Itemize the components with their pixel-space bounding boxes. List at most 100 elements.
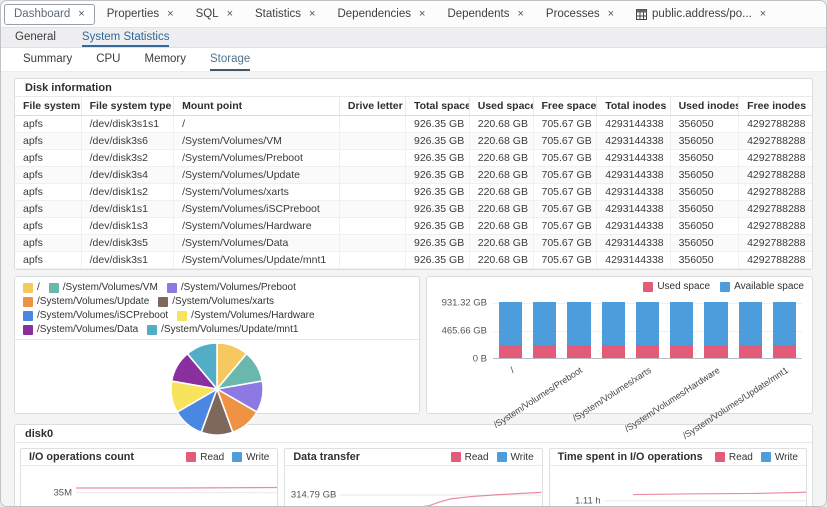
disk-information-title: Disk information <box>15 79 812 97</box>
table-row[interactable]: apfs/dev/disk3s5/System/Volumes/Data926.… <box>15 235 812 252</box>
disk-information-panel: Disk information File systemFile system … <box>14 78 813 270</box>
tab-sql[interactable]: SQL × <box>186 4 243 25</box>
table-cell: 4293144338 <box>597 167 670 184</box>
table-cell: 220.68 GB <box>469 116 533 133</box>
tab-dependents[interactable]: Dependents× <box>437 4 533 25</box>
legend-label: Used space <box>657 281 710 292</box>
table-cell: 4292788288 <box>739 167 812 184</box>
used-space-segment <box>567 345 590 358</box>
legend-label: /System/Volumes/Data <box>37 323 138 336</box>
legend-label: /System/Volumes/xarts <box>172 295 274 308</box>
used-space-segment <box>739 345 762 358</box>
tab-dashboard[interactable]: Dashboard× <box>4 4 95 25</box>
legend-item: Write <box>232 452 269 463</box>
table-cell: 356050 <box>670 150 739 167</box>
column-header: Free space <box>533 97 597 116</box>
table-row[interactable]: apfs/dev/disk1s3/System/Volumes/Hardware… <box>15 218 812 235</box>
close-icon[interactable]: × <box>517 9 523 20</box>
table-cell <box>339 150 405 167</box>
table-row[interactable]: apfs/dev/disk3s6/System/Volumes/VM926.35… <box>15 133 812 150</box>
table-cell: 4293144338 <box>597 116 670 133</box>
tab-cpu[interactable]: CPU <box>96 48 120 71</box>
bar-legend: Used space Available space <box>643 281 804 292</box>
legend-item: Available space <box>720 281 804 292</box>
tab-statistics[interactable]: Statistics× <box>245 4 325 25</box>
tab-system-statistics[interactable]: System Statistics <box>82 28 170 47</box>
used-space-segment <box>602 345 625 358</box>
legend-label: Read <box>200 452 224 463</box>
table-cell: 705.67 GB <box>533 252 597 269</box>
close-icon[interactable]: × <box>419 9 425 20</box>
table-cell: apfs <box>15 116 81 133</box>
available-space-segment <box>739 302 762 344</box>
table-cell: apfs <box>15 235 81 252</box>
table-row[interactable]: apfs/dev/disk3s1s1/926.35 GB220.68 GB705… <box>15 116 812 133</box>
table-cell: /System/Volumes/VM <box>174 133 340 150</box>
legend-item: Read <box>451 452 489 463</box>
table-cell: 926.35 GB <box>406 201 470 218</box>
legend-swatch <box>643 282 653 292</box>
bar-x-axis-labels: //System/Volumes/Preboot/System/Volumes/… <box>493 359 802 409</box>
close-icon[interactable]: × <box>309 9 315 20</box>
data-transfer-panel: Data transferReadWrite314.79 GB <box>284 448 542 507</box>
stacked-bar <box>499 302 522 358</box>
table-cell: 220.68 GB <box>469 150 533 167</box>
disk-usage-pie-chart <box>168 340 266 438</box>
legend-item: /System/Volumes/Preboot <box>167 281 296 294</box>
table-row[interactable]: apfs/dev/disk1s1/System/Volumes/iSCPrebo… <box>15 201 812 218</box>
tab-storage[interactable]: Storage <box>210 48 250 71</box>
table-row[interactable]: apfs/dev/disk3s4/System/Volumes/Update92… <box>15 167 812 184</box>
tab-summary[interactable]: Summary <box>23 48 72 71</box>
close-icon[interactable]: × <box>78 9 84 20</box>
disk-usage-pie-panel: //System/Volumes/VM/System/Volumes/Prebo… <box>14 276 420 414</box>
legend-swatch <box>49 283 59 293</box>
legend-swatch <box>186 452 196 462</box>
table-row[interactable]: apfs/dev/disk1s2/System/Volumes/xarts926… <box>15 184 812 201</box>
table-cell: 4292788288 <box>739 133 812 150</box>
table-cell: 926.35 GB <box>406 167 470 184</box>
available-space-segment <box>602 302 625 344</box>
close-icon[interactable]: × <box>760 9 766 20</box>
io-ops-count-header: I/O operations countReadWrite <box>21 449 277 466</box>
y-axis-tick-label: 1.11 h <box>575 495 601 506</box>
y-axis-labels: 35M30M <box>21 474 76 507</box>
used-space-segment <box>704 345 727 358</box>
table-cell <box>339 133 405 150</box>
tab-processes[interactable]: Processes × <box>536 4 624 25</box>
table-cell <box>339 116 405 133</box>
tab-public-address-po-[interactable]: public.address/po...× <box>626 4 776 25</box>
available-space-segment <box>704 302 727 344</box>
tab-general[interactable]: General <box>15 28 56 47</box>
table-cell: 356050 <box>670 184 739 201</box>
table-row[interactable]: apfs/dev/disk3s2/System/Volumes/Preboot9… <box>15 150 812 167</box>
table-cell: 4292788288 <box>739 218 812 235</box>
legend-item: /System/Volumes/Update <box>23 295 149 308</box>
legend-swatch <box>232 452 242 462</box>
io-time-header: Time spent in I/O operationsReadWrite <box>550 449 806 466</box>
table-cell: /dev/disk1s2 <box>81 184 173 201</box>
pie-chart-area <box>15 340 419 438</box>
table-cell: /dev/disk3s6 <box>81 133 173 150</box>
stacked-bar <box>739 302 762 358</box>
tab-properties[interactable]: Properties× <box>97 4 184 25</box>
table-cell: /System/Volumes/iSCPreboot <box>174 201 340 218</box>
legend-swatch <box>158 297 168 307</box>
tab-memory[interactable]: Memory <box>144 48 186 71</box>
tab-label: SQL <box>196 8 219 20</box>
tab-label: Processes <box>546 8 600 20</box>
table-cell: /System/Volumes/Hardware <box>174 218 340 235</box>
legend-item: /System/Volumes/iSCPreboot <box>23 309 168 322</box>
legend-swatch <box>715 452 725 462</box>
stacked-bar <box>567 302 590 358</box>
table-cell: 4292788288 <box>739 150 812 167</box>
close-icon[interactable]: × <box>167 9 173 20</box>
y-axis-tick-label: 0 B <box>437 354 493 365</box>
chart-legend: ReadWrite <box>451 452 534 463</box>
table-row[interactable]: apfs/dev/disk3s1/System/Volumes/Update/m… <box>15 252 812 269</box>
legend-swatch <box>167 283 177 293</box>
close-icon[interactable]: × <box>608 9 614 20</box>
data-transfer-header: Data transferReadWrite <box>285 449 541 466</box>
close-icon[interactable]: × <box>227 9 233 20</box>
tab-dependencies[interactable]: Dependencies× <box>327 4 435 25</box>
table-cell: 926.35 GB <box>406 218 470 235</box>
